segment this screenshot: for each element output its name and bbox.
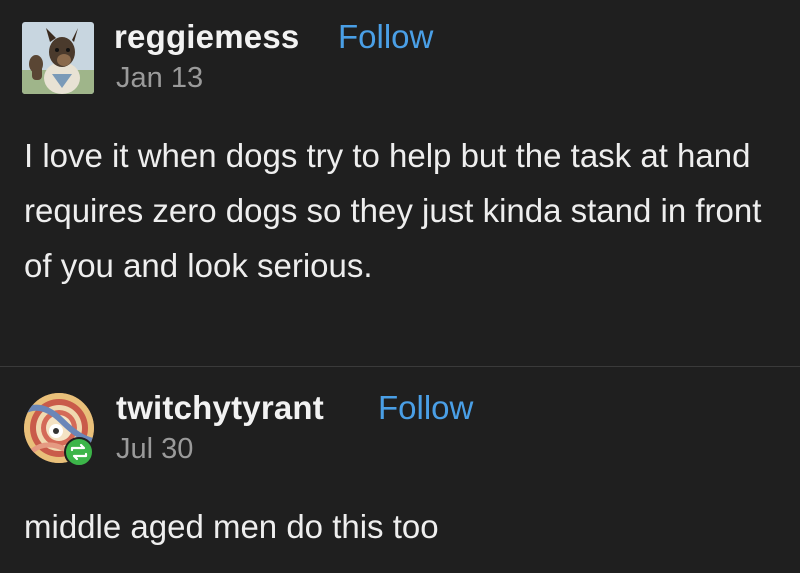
reblog-icon	[64, 437, 94, 467]
follow-button[interactable]: Follow	[338, 18, 433, 56]
post-username[interactable]: twitchytyrant	[116, 389, 324, 427]
post-body-text: middle aged men do this too	[24, 508, 439, 545]
follow-button[interactable]: Follow	[378, 389, 473, 427]
post-date: Jan 13	[116, 62, 204, 94]
post-body-text: I love it when dogs try to help but the …	[24, 137, 762, 284]
post-reggiemess: reggiemess Follow Jan 13 I love it when …	[0, 0, 800, 366]
dog-avatar-icon[interactable]	[22, 22, 94, 94]
post-date: Jul 30	[116, 433, 194, 465]
post-username[interactable]: reggiemess	[114, 18, 299, 56]
post-twitchytyrant: twitchytyrant Follow Jul 30 middle aged …	[0, 367, 800, 573]
